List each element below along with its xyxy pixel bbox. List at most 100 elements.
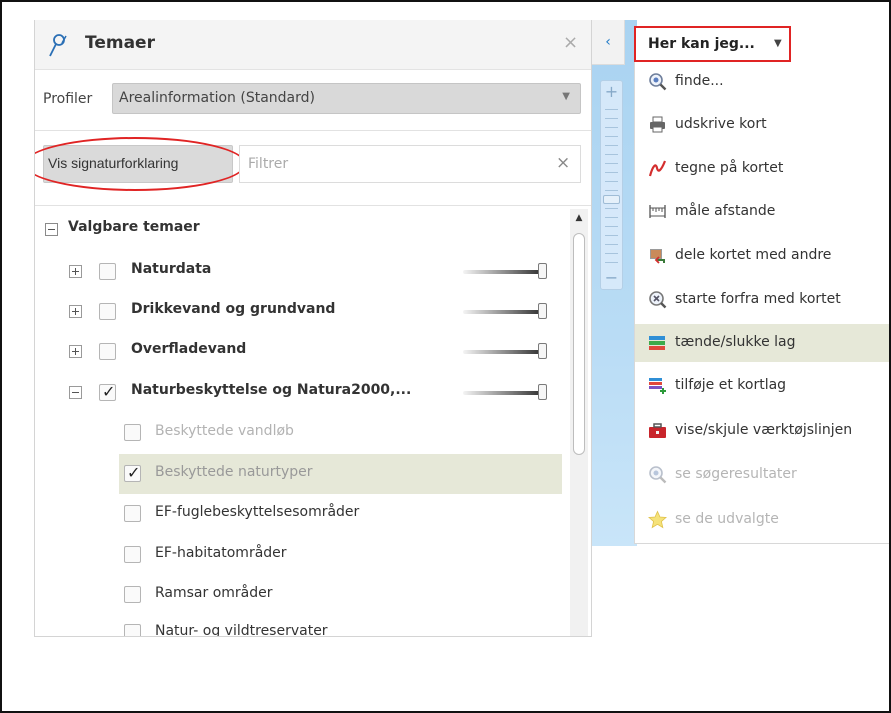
group-label-naturbeskyttelse[interactable]: Naturbeskyttelse og Natura2000,... [131, 382, 411, 398]
close-icon[interactable]: × [563, 32, 578, 53]
zoom-slider-handle[interactable] [603, 195, 620, 204]
printer-icon [650, 116, 665, 133]
tree-leaf-row[interactable]: ✓ Beskyttede naturtyper [119, 454, 562, 494]
show-legend-button[interactable]: Vis signaturforklaring [43, 145, 233, 183]
ruler-icon [649, 205, 666, 218]
leaf-checkbox[interactable]: ✓ [124, 463, 141, 482]
opacity-slider-track[interactable] [463, 310, 541, 314]
tree-root-label: Valgbare temaer [68, 219, 200, 235]
tree-scrollbar[interactable]: ▲ [570, 209, 588, 636]
scroll-up-arrow-icon[interactable]: ▲ [570, 209, 588, 227]
her-kan-jeg-menu: finde... udskrive kort tegne på kortet m… [634, 62, 889, 544]
panel-header: Temaer × [35, 20, 591, 70]
opacity-slider-handle[interactable] [538, 384, 547, 400]
toolbox-icon [649, 423, 666, 438]
filter-input[interactable] [239, 145, 581, 183]
leaf-label: Beskyttede naturtyper [155, 464, 313, 480]
group-label-overfladevand[interactable]: Overfladevand [131, 341, 246, 357]
menu-item-label: tænde/slukke lag [675, 334, 796, 350]
menu-item-label: måle afstande [675, 203, 776, 219]
menu-item-tegne[interactable]: tegne på kortet [635, 150, 889, 188]
map-view[interactable]: ‹ + − [592, 20, 637, 546]
leaf-checkbox[interactable] [124, 586, 141, 603]
chevron-down-icon: ▼ [774, 38, 782, 49]
add-layer-icon [649, 378, 666, 394]
tree-leaf-row[interactable]: Beskyttede vandløb [119, 413, 562, 453]
group-label-naturdata[interactable]: Naturdata [131, 261, 211, 277]
opacity-slider-handle[interactable] [538, 263, 547, 279]
divider [35, 205, 591, 206]
leaf-label: EF-habitatområder [155, 545, 287, 561]
menu-item-vise-skjule-vaerktoejslinjen[interactable]: vise/skjule værktøjslinjen [635, 412, 889, 450]
leaf-label: Ramsar områder [155, 585, 273, 601]
reset-map-icon [649, 291, 667, 309]
opacity-slider-handle[interactable] [538, 343, 547, 359]
zoom-scale[interactable] [605, 109, 618, 263]
menu-item-label: finde... [675, 73, 724, 89]
group-checkbox-drikkevand[interactable] [99, 303, 116, 320]
menu-item-maale[interactable]: måle afstande [635, 193, 889, 231]
group-checkbox-naturdata[interactable] [99, 263, 116, 280]
tree-leaf-row[interactable]: EF-fuglebeskyttelsesområder [119, 494, 562, 534]
scrollbar-thumb[interactable] [573, 233, 585, 455]
leaf-checkbox[interactable] [124, 624, 141, 636]
menu-item-se-de-udvalgte[interactable]: se de udvalgte [635, 501, 889, 539]
menu-item-starte-forfra[interactable]: starte forfra med kortet [635, 281, 889, 319]
leaf-label: Natur- og vildtreservater [155, 623, 328, 637]
leaf-label: Beskyttede vandløb [155, 423, 294, 439]
collapse-icon[interactable] [45, 223, 58, 236]
collapse-panel-button[interactable]: ‹ [592, 20, 625, 65]
group-checkbox-naturbeskyttelse[interactable]: ✓ [99, 382, 116, 401]
tree-leaf-row[interactable]: Natur- og vildtreservater [119, 613, 562, 637]
menu-button-label: Her kan jeg... [648, 36, 755, 52]
menu-item-label: vise/skjule værktøjslinjen [675, 422, 853, 438]
menu-item-udskrive-kort[interactable]: udskrive kort [635, 106, 889, 144]
zoom-out-button[interactable]: − [601, 267, 622, 289]
theme-panel: Temaer × Profiler Arealinformation (Stan… [34, 20, 592, 637]
leaf-checkbox[interactable] [124, 424, 141, 441]
chevron-down-icon: ▼ [562, 91, 570, 102]
clear-filter-icon[interactable]: × [556, 153, 570, 173]
opacity-slider-track[interactable] [463, 350, 541, 354]
search-results-icon [649, 466, 667, 484]
tree-leaf-row[interactable]: EF-habitatområder [119, 535, 562, 575]
group-checkbox-overfladevand[interactable] [99, 343, 116, 360]
menu-item-tilfoeje-kortlag[interactable]: tilføje et kortlag [635, 367, 889, 405]
screenshot-frame: Temaer × Profiler Arealinformation (Stan… [0, 0, 891, 713]
opacity-slider-track[interactable] [463, 270, 541, 274]
menu-item-label: dele kortet med andre [675, 247, 832, 263]
group-label-drikkevand[interactable]: Drikkevand og grundvand [131, 301, 335, 317]
menu-item-se-soegeresultater[interactable]: se søgeresultater [635, 456, 889, 494]
zoom-control[interactable]: + − [600, 80, 623, 290]
opacity-slider-handle[interactable] [538, 303, 547, 319]
star-icon [648, 510, 667, 529]
leaf-label: EF-fuglebeskyttelsesområder [155, 504, 360, 520]
show-legend-label: Vis signaturforklaring [48, 155, 179, 171]
leaf-checkbox[interactable] [124, 505, 141, 522]
her-kan-jeg-menu-button[interactable]: Her kan jeg... ▼ [634, 26, 791, 62]
profile-select[interactable]: Arealinformation (Standard) ▼ [112, 83, 581, 114]
layers-pin-icon [49, 34, 67, 57]
expand-icon[interactable] [69, 265, 82, 278]
expand-icon[interactable] [69, 345, 82, 358]
menu-item-taende-slukke-lag[interactable]: tænde/slukke lag [635, 324, 889, 362]
menu-item-label: tegne på kortet [675, 160, 784, 176]
menu-item-label: se søgeresultater [675, 466, 797, 482]
tree-leaf-row[interactable]: Ramsar områder [119, 575, 562, 615]
menu-item-label: se de udvalgte [675, 511, 779, 527]
menu-item-finde[interactable]: finde... [635, 63, 889, 101]
divider [35, 130, 591, 131]
profile-selected-value: Arealinformation (Standard) [119, 90, 315, 106]
opacity-slider-track[interactable] [463, 391, 541, 395]
panel-title: Temaer [85, 33, 155, 53]
expand-icon[interactable] [69, 305, 82, 318]
collapse-icon[interactable] [69, 386, 82, 399]
zoom-in-button[interactable]: + [601, 81, 622, 103]
menu-item-label: starte forfra med kortet [675, 291, 841, 307]
leaf-checkbox[interactable] [124, 546, 141, 563]
menu-item-dele[interactable]: dele kortet med andre [635, 237, 889, 275]
menu-item-label: udskrive kort [675, 116, 767, 132]
share-map-icon [650, 249, 665, 264]
draw-line-icon [648, 160, 667, 177]
menu-item-label: tilføje et kortlag [675, 377, 787, 393]
